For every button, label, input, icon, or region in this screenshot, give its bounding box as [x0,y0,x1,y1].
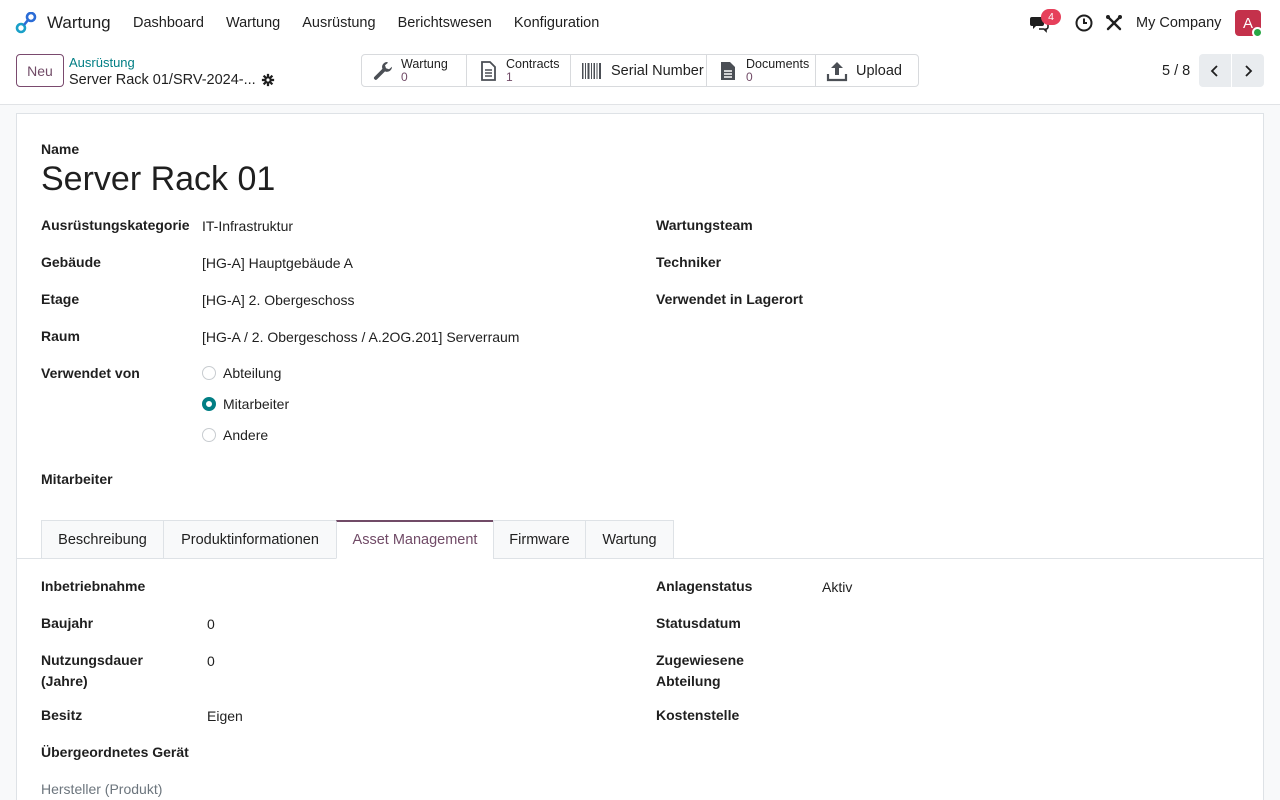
pager-previous-button[interactable] [1199,54,1231,87]
techniker-label: Techniker [656,254,722,270]
smart-count: 0 [401,69,408,84]
menu-wartung[interactable]: Wartung [215,15,291,31]
new-button[interactable]: Neu [16,54,64,87]
uebergeordnetes-geraet-label: Übergeordnetes Gerät [41,744,189,760]
clock-icon[interactable] [1074,13,1094,33]
raum-label: Raum [41,328,80,344]
radio-abteilung[interactable] [202,366,216,380]
radio-label[interactable]: Andere [223,427,268,443]
lagerort-label: Verwendet in Lagerort [656,291,804,307]
breadcrumb-parent[interactable]: Ausrüstung [69,55,135,70]
barcode-icon [582,62,601,79]
menu-berichtswesen[interactable]: Berichtswesen [387,15,503,31]
wartungsteam-label: Wartungsteam [656,217,753,233]
radio-label[interactable]: Mitarbeiter [223,396,289,412]
etage-label: Etage [41,291,80,307]
tab-produktinformationen[interactable]: Produktinformationen [163,520,337,559]
main-menu: Dashboard Wartung Ausrüstung Berichtswes… [122,0,610,46]
smart-button-serial-number[interactable]: Serial Number [571,55,707,86]
tab-wartung[interactable]: Wartung [585,520,674,559]
tools-icon[interactable] [1104,13,1124,33]
tab-beschreibung[interactable]: Beschreibung [41,520,164,559]
messages-badge: 4 [1041,9,1061,25]
radio-mitarbeiter[interactable] [202,397,216,411]
document-icon [481,60,496,81]
anlagenstatus-label: Anlagenstatus [656,578,753,594]
online-status-indicator [1252,27,1263,38]
menu-ausruestung[interactable]: Ausrüstung [291,15,386,31]
zugewiesene-abteilung-label: Zugewiesene [656,652,744,668]
smart-buttons: Wartung 0 Contracts 1 Serial Number Docu… [361,54,919,87]
baujahr-field[interactable]: 0 [207,616,215,632]
mitarbeiter-label: Mitarbeiter [41,471,113,487]
anlagenstatus-field[interactable]: Aktiv [822,579,852,595]
maintenance-app-icon[interactable] [15,12,37,34]
gebaeude-label: Gebäude [41,254,101,270]
gear-icon[interactable] [261,73,275,87]
tab-asset-management[interactable]: Asset Management [336,520,494,559]
tab-firmware[interactable]: Firmware [493,520,586,559]
inbetriebnahme-label: Inbetriebnahme [41,578,146,594]
verwendet-von-label: Verwendet von [41,365,140,381]
smart-label: Wartung [401,56,448,71]
smart-button-wartung[interactable]: Wartung 0 [362,55,467,86]
baujahr-label: Baujahr [41,615,94,631]
pager-value[interactable]: 5 / 8 [1162,63,1190,79]
besitz-field[interactable]: Eigen [207,708,243,724]
radio-andere[interactable] [202,428,216,442]
file-icon [721,61,735,80]
smart-label: Serial Number [611,62,704,79]
wrench-icon [373,61,393,80]
nutzungsdauer-field[interactable]: 0 [207,653,215,669]
gebaeude-field[interactable]: [HG-A] Hauptgebäude A [202,255,353,271]
etage-field[interactable]: [HG-A] 2. Obergeschoss [202,292,355,308]
name-label: Name [41,141,80,157]
raum-field[interactable]: [HG-A / 2. Obergeschoss / A.2OG.201] Ser… [202,329,519,345]
radio-label[interactable]: Abteilung [223,365,281,381]
menu-konfiguration[interactable]: Konfiguration [503,15,610,31]
breadcrumb-current-record: Server Rack 01/SRV-2024-... [69,72,256,88]
chevron-right-icon [1245,64,1253,77]
form-sheet [16,113,1264,800]
statusdatum-label: Statusdatum [656,615,741,631]
kategorie-label: Ausrüstungskategorie [41,217,190,233]
smart-label: Documents [746,56,810,71]
pager-next-button[interactable] [1232,54,1264,87]
kostenstelle-label: Kostenstelle [656,707,740,723]
smart-button-contracts[interactable]: Contracts 1 [467,55,571,86]
hersteller-label: Hersteller (Produkt) [41,781,163,797]
smart-button-documents[interactable]: Documents 0 [707,55,816,86]
nutzungsdauer-label: Nutzungsdauer [41,652,143,668]
smart-count: 0 [746,69,753,84]
company-switcher[interactable]: My Company [1136,15,1221,31]
chevron-left-icon [1210,64,1218,77]
top-navbar: Wartung Dashboard Wartung Ausrüstung Ber… [0,0,1280,46]
smart-button-upload[interactable]: Upload [816,55,918,86]
upload-icon [826,61,848,81]
smart-label: Upload [856,62,902,79]
menu-dashboard[interactable]: Dashboard [122,15,215,31]
kategorie-field[interactable]: IT-Infrastruktur [202,218,293,234]
smart-count: 1 [506,69,513,84]
smart-label: Contracts [506,56,560,71]
besitz-label: Besitz [41,707,83,723]
nutzungsdauer-label-unit: (Jahre) [41,673,88,689]
name-field[interactable]: Server Rack 01 [41,160,275,199]
app-name[interactable]: Wartung [47,13,111,33]
zugewiesene-abteilung-label-2: Abteilung [656,673,721,689]
